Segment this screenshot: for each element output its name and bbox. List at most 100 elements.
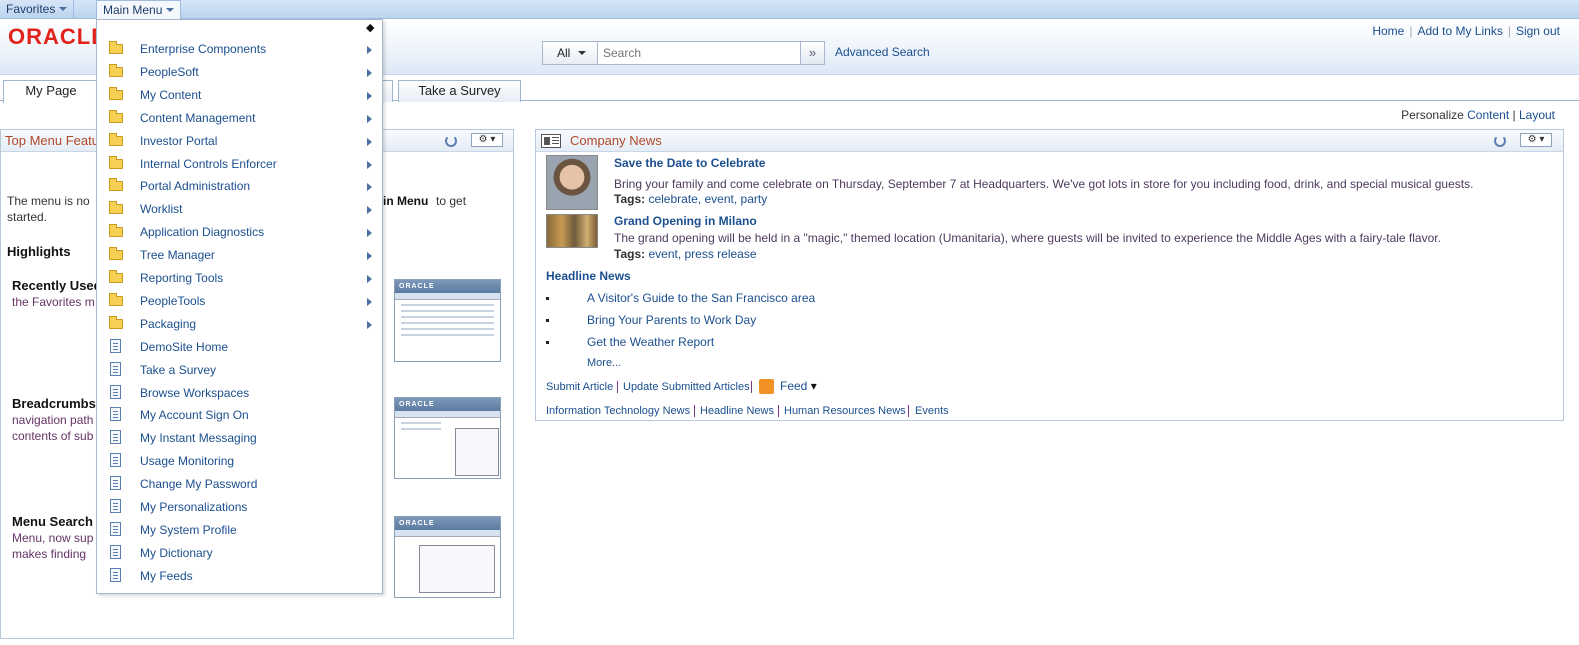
main-menu-item[interactable]: Application Diagnostics: [97, 221, 382, 244]
news-article-title[interactable]: Grand Opening in Milano: [614, 214, 757, 228]
main-menu-button[interactable]: Main Menu: [96, 0, 182, 20]
main-menu-item[interactable]: My Feeds: [97, 565, 382, 588]
thumbnail-logo: ORACLE: [395, 280, 500, 293]
headline-link[interactable]: Bring Your Parents to Work Day: [587, 313, 756, 327]
scroll-arrows-icon[interactable]: ◆: [366, 21, 376, 34]
chevron-down-icon: ▾: [810, 379, 817, 393]
main-menu-item[interactable]: Tree Manager: [97, 244, 382, 267]
tab-take-a-survey[interactable]: Take a Survey: [398, 80, 521, 102]
main-menu-item-label: Content Management: [140, 110, 256, 125]
main-menu-item[interactable]: Portal Administration: [97, 175, 382, 198]
top-nav-bar: [0, 0, 1579, 19]
gear-icon: ⚙: [1527, 134, 1537, 145]
main-menu-item[interactable]: My Content: [97, 84, 382, 107]
main-menu-item-label: My Instant Messaging: [140, 431, 257, 446]
main-menu-item[interactable]: Browse Workspaces: [97, 382, 382, 405]
rss-feed-icon[interactable]: [759, 379, 774, 394]
section-text: the Favorites m: [12, 295, 95, 309]
thumbnail-line: [401, 328, 494, 330]
search-input[interactable]: [597, 41, 801, 65]
pagelet-options-button[interactable]: ⚙ ▾: [471, 133, 503, 147]
news-article-title[interactable]: Save the Date to Celebrate: [614, 156, 765, 170]
chevron-right-icon: [367, 252, 372, 261]
tags-label: Tags:: [614, 247, 646, 261]
main-menu-item[interactable]: Investor Portal: [97, 130, 382, 153]
main-menu-item-label: Reporting Tools: [140, 271, 224, 285]
search-scope-select[interactable]: All: [542, 41, 598, 65]
advanced-search-link[interactable]: Advanced Search: [835, 45, 930, 59]
main-menu-item[interactable]: Internal Controls Enforcer: [97, 153, 382, 176]
thumbnail-submenu: [455, 428, 499, 476]
chevron-down-icon: [166, 8, 175, 12]
thumbnail-line: [401, 334, 494, 336]
chevron-right-icon: [367, 114, 372, 123]
main-menu-item[interactable]: My Dictionary: [97, 542, 382, 565]
main-menu-item[interactable]: PeopleSoft: [97, 61, 382, 84]
document-icon: [110, 407, 121, 422]
folder-icon: [109, 132, 123, 146]
tab-my-page[interactable]: My Page: [3, 80, 99, 103]
thumbnail-line: [401, 422, 441, 424]
update-submitted-articles-link[interactable]: Update Submitted Articles: [623, 381, 750, 393]
personalize-content-link[interactable]: Content: [1467, 108, 1509, 122]
section-heading: Breadcrumbs: [12, 396, 96, 411]
bullet: [546, 341, 549, 344]
main-menu-item[interactable]: PeopleTools: [97, 290, 382, 313]
search-go-button[interactable]: »: [800, 41, 825, 65]
pagelet-options-button[interactable]: ⚙ ▾: [1520, 133, 1552, 147]
tag-links[interactable]: event, press release: [648, 247, 756, 261]
add-to-my-links-link[interactable]: Add to My Links: [1412, 24, 1507, 38]
main-menu-item-label: Enterprise Components: [140, 42, 267, 56]
news-category-link[interactable]: Human Resources News: [784, 405, 906, 417]
main-menu-item[interactable]: Worklist: [97, 198, 382, 221]
news-category-link[interactable]: Information Technology News: [546, 405, 690, 417]
highlights-heading: Highlights: [7, 244, 71, 259]
thumbnail-line: [401, 428, 441, 430]
main-menu-item[interactable]: My Account Sign On: [97, 404, 382, 427]
tag-links[interactable]: celebrate, event, party: [648, 192, 767, 206]
document-icon: [110, 476, 121, 491]
submit-article-link[interactable]: Submit Article: [546, 381, 613, 393]
menu-search-thumbnail: ORACLE: [394, 516, 501, 598]
main-menu-item[interactable]: My System Profile: [97, 519, 382, 542]
main-menu-item[interactable]: Content Management: [97, 107, 382, 130]
folder-icon: [109, 63, 123, 77]
main-menu-item[interactable]: Reporting Tools: [97, 267, 382, 290]
recently-used-thumbnail: ORACLE: [394, 279, 501, 362]
main-menu-item-label: Portal Administration: [140, 179, 251, 194]
main-menu-item[interactable]: My Instant Messaging: [97, 427, 382, 450]
favorites-menu[interactable]: Favorites: [0, 0, 75, 19]
news-category-link[interactable]: Events: [915, 405, 949, 417]
thumbnail-logo: ORACLE: [395, 398, 500, 411]
headline-link[interactable]: Get the Weather Report: [587, 335, 714, 349]
main-menu-item-label: My Account Sign On: [140, 408, 249, 423]
news-icon: [541, 134, 561, 148]
section-text: navigation path: [12, 413, 94, 427]
folder-icon: [109, 224, 123, 238]
section-text: contents of sub: [12, 429, 94, 443]
chevron-right-icon: [367, 297, 372, 306]
refresh-icon[interactable]: [1494, 135, 1506, 147]
folder-icon: [109, 201, 123, 215]
main-menu-item-label: PeopleSoft: [140, 64, 199, 79]
news-article-body: Bring your family and come celebrate on …: [614, 177, 1474, 191]
main-menu-item[interactable]: Take a Survey: [97, 359, 382, 382]
chevron-right-icon: [367, 160, 372, 169]
sign-out-link[interactable]: Sign out: [1511, 24, 1565, 38]
personalize-layout-link[interactable]: Layout: [1519, 108, 1555, 122]
refresh-icon[interactable]: [445, 135, 457, 147]
main-menu-item[interactable]: Change My Password: [97, 473, 382, 496]
headline-link[interactable]: A Visitor's Guide to the San Francisco a…: [587, 291, 815, 305]
feed-menu[interactable]: Feed ▾: [780, 379, 817, 393]
news-category-link[interactable]: Headline News: [700, 405, 774, 417]
pagelet-title: Top Menu Featu: [5, 133, 99, 148]
more-link[interactable]: More...: [587, 357, 621, 369]
main-menu-item[interactable]: Enterprise Components: [97, 38, 382, 61]
folder-icon: [109, 292, 123, 306]
main-menu-item[interactable]: Packaging: [97, 313, 382, 336]
main-menu-item[interactable]: Usage Monitoring: [97, 450, 382, 473]
main-menu-item[interactable]: DemoSite Home: [97, 336, 382, 359]
home-link[interactable]: Home: [1367, 24, 1409, 38]
main-menu-item-label: My Feeds: [140, 568, 193, 583]
main-menu-item[interactable]: My Personalizations: [97, 496, 382, 519]
